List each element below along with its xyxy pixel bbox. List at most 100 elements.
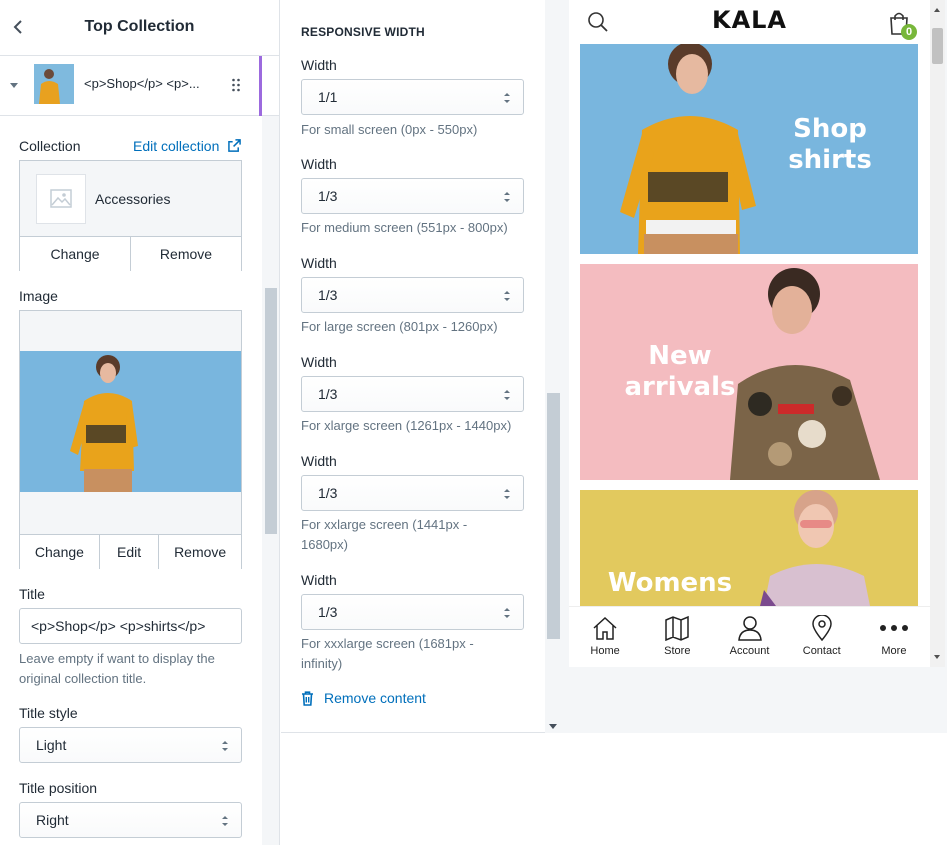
nav-store[interactable]: Store	[641, 607, 713, 667]
edit-image-button[interactable]: Edit	[99, 535, 160, 569]
block-name: <p>Shop</p> <p>...	[84, 76, 200, 91]
select-arrows-icon	[222, 741, 228, 751]
width-select-xxlarge[interactable]: 1/3	[301, 475, 524, 511]
width-label: Width	[301, 453, 337, 469]
banner-title-line1: Shop	[793, 114, 867, 144]
banner-title-line1: Womens	[607, 568, 733, 598]
nav-more[interactable]: More	[858, 607, 930, 667]
select-arrows-icon	[504, 390, 510, 400]
nav-account-label: Account	[729, 645, 770, 657]
width-label: Width	[301, 156, 337, 172]
width-help: For xxxlarge screen (1681px - infinity)	[301, 636, 474, 671]
location-pin-icon	[811, 615, 832, 641]
edit-collection-link[interactable]: Edit collection	[133, 138, 242, 154]
banner-title: Womens	[600, 568, 740, 599]
active-accent-bar	[259, 56, 262, 116]
select-arrows-icon	[504, 93, 510, 103]
width-help: For xxlarge screen (1441px - 1680px)	[301, 517, 468, 552]
image-actions: Change Edit Remove	[20, 534, 242, 569]
width-value: 1/1	[318, 89, 338, 105]
nav-contact-label: Contact	[802, 645, 841, 657]
nav-more-label: More	[881, 645, 907, 657]
width-select-medium[interactable]: 1/3	[301, 178, 524, 214]
width-value: 1/3	[318, 604, 338, 620]
block-thumbnail	[34, 64, 74, 104]
select-arrows-icon	[504, 291, 510, 301]
collection-actions: Change Remove	[20, 236, 241, 271]
title-input[interactable]: <p>Shop</p> <p>shirts</p>	[19, 608, 242, 644]
nav-home-label: Home	[590, 645, 620, 657]
preview-scrollbar-thumb[interactable]	[932, 28, 943, 64]
preview-scrollbar[interactable]	[930, 0, 945, 667]
title-style-value: Light	[36, 737, 67, 753]
image-picker: Change Edit Remove	[19, 310, 242, 569]
collection-banner-new-arrivals[interactable]: New arrivals	[580, 264, 918, 480]
sidebar-scrollbar[interactable]	[262, 116, 279, 845]
width-value: 1/3	[318, 188, 338, 204]
banner-title-line2: arrivals	[624, 372, 736, 402]
scroll-down-arrow-icon[interactable]	[549, 724, 557, 729]
title-position-value: Right	[36, 812, 69, 828]
change-collection-button[interactable]: Change	[20, 237, 131, 271]
nav-contact[interactable]: Contact	[786, 607, 858, 667]
collection-name: Accessories	[95, 191, 171, 207]
width-select-small[interactable]: 1/1	[301, 79, 524, 115]
banner-title: Shop shirts	[780, 114, 880, 176]
title-style-label: Title style	[19, 705, 78, 721]
external-link-icon	[228, 139, 242, 152]
select-arrows-icon	[504, 489, 510, 499]
scroll-down-arrow-icon[interactable]	[934, 655, 940, 659]
width-label: Width	[301, 57, 337, 73]
width-select-xxxlarge[interactable]: 1/3	[301, 594, 524, 630]
drag-handle-icon[interactable]	[231, 77, 241, 93]
width-value: 1/3	[318, 386, 338, 402]
width-value: 1/3	[318, 485, 338, 501]
cart-count-badge: 0	[901, 24, 917, 40]
banner-title: New arrivals	[620, 341, 740, 403]
collection-label: Collection	[19, 138, 81, 154]
mobile-preview: KALA 0 Shop shirts New arrivals Womens H…	[569, 0, 930, 667]
collection-banner-womens[interactable]: Womens	[580, 490, 918, 606]
sidebar-scrollbar-thumb[interactable]	[265, 288, 277, 534]
nav-account[interactable]: Account	[713, 607, 785, 667]
collection-picker: Accessories Change Remove	[19, 160, 242, 271]
nav-home[interactable]: Home	[569, 607, 641, 667]
width-help: For small screen (0px - 550px)	[301, 122, 478, 137]
nav-store-label: Store	[664, 645, 691, 657]
width-help: For large screen (801px - 1260px)	[301, 319, 498, 334]
remove-collection-button[interactable]: Remove	[131, 237, 241, 271]
bottom-navigation: Home Store Account Contact More	[569, 606, 930, 667]
change-image-button[interactable]: Change	[20, 535, 100, 569]
block-item[interactable]: <p>Shop</p> <p>...	[0, 56, 279, 116]
title-style-select[interactable]: Light	[19, 727, 242, 763]
width-value: 1/3	[318, 287, 338, 303]
remove-content-button[interactable]: Remove content	[301, 690, 426, 706]
width-select-large[interactable]: 1/3	[301, 277, 524, 313]
title-position-label: Title position	[19, 780, 98, 796]
width-help: For medium screen (551px - 800px)	[301, 220, 508, 235]
title-position-select[interactable]: Right	[19, 802, 242, 838]
trash-icon	[302, 690, 313, 706]
width-help: For xlarge screen (1261px - 1440px)	[301, 418, 512, 433]
selected-image-preview	[20, 351, 241, 492]
middle-scrollbar-thumb[interactable]	[547, 393, 560, 639]
more-dots-icon	[879, 625, 908, 631]
remove-image-button[interactable]: Remove	[159, 535, 242, 569]
collection-banner-shirts[interactable]: Shop shirts	[580, 44, 918, 254]
title-label: Title	[19, 586, 45, 602]
sidebar-header: Top Collection	[0, 0, 279, 56]
edit-collection-label: Edit collection	[133, 138, 220, 154]
middle-panel-scrollbar[interactable]	[545, 0, 562, 733]
width-select-xlarge[interactable]: 1/3	[301, 376, 524, 412]
remove-content-label: Remove content	[324, 690, 426, 706]
store-logo[interactable]: KALA	[569, 6, 930, 34]
image-label: Image	[19, 288, 58, 304]
banner-title-line2: shirts	[788, 145, 872, 175]
image-placeholder-icon	[36, 174, 86, 224]
user-icon	[737, 616, 762, 641]
home-icon	[593, 616, 617, 640]
scroll-up-arrow-icon[interactable]	[934, 8, 940, 12]
collapse-caret-icon[interactable]	[10, 83, 18, 88]
select-arrows-icon	[504, 192, 510, 202]
map-icon	[665, 615, 690, 641]
